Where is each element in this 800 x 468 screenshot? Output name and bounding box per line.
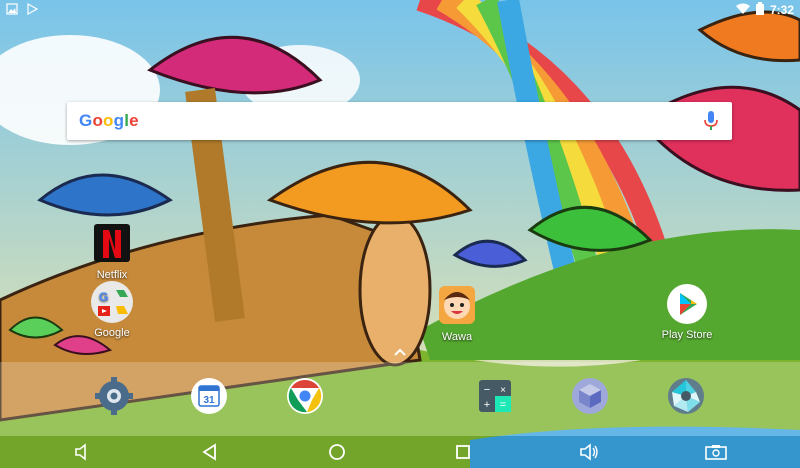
home-icon[interactable] bbox=[325, 442, 349, 462]
svg-text:+: + bbox=[484, 399, 490, 411]
svg-text:−: − bbox=[484, 384, 490, 396]
google-folder-icon: G bbox=[90, 280, 134, 324]
svg-text:×: × bbox=[500, 385, 506, 396]
wifi-icon bbox=[735, 3, 750, 17]
wawa-icon bbox=[435, 284, 479, 328]
navigation-bar bbox=[0, 436, 800, 468]
calculator-icon[interactable]: − × + = bbox=[475, 376, 515, 416]
svg-text:=: = bbox=[500, 399, 506, 411]
google-search-bar[interactable]: Google bbox=[67, 102, 732, 140]
play-store-notification-icon bbox=[26, 2, 39, 18]
app-label: Wawa bbox=[441, 331, 473, 343]
dock: 31 − × + = bbox=[0, 362, 800, 436]
app-label: Play Store bbox=[661, 329, 713, 341]
back-icon[interactable] bbox=[198, 442, 222, 462]
image-icon bbox=[6, 3, 18, 18]
cube-app-icon[interactable] bbox=[570, 376, 610, 416]
google-logo: Google bbox=[79, 111, 139, 130]
mic-icon[interactable] bbox=[704, 111, 718, 136]
app-folder-google[interactable]: G Google bbox=[72, 280, 152, 339]
netflix-icon bbox=[90, 222, 134, 266]
status-time: 7:32 bbox=[769, 3, 794, 17]
app-label: Google bbox=[94, 327, 130, 339]
volume-down-icon[interactable] bbox=[72, 442, 96, 462]
settings-icon[interactable] bbox=[94, 376, 134, 416]
status-bar: 7:32 bbox=[0, 0, 800, 20]
camera-aperture-icon[interactable] bbox=[666, 376, 706, 416]
app-play-store[interactable]: Play Store bbox=[647, 282, 727, 341]
calendar-day: 31 bbox=[203, 395, 215, 406]
volume-up-icon[interactable] bbox=[578, 442, 602, 462]
svg-text:G: G bbox=[99, 290, 108, 304]
app-drawer-arrow-icon[interactable] bbox=[392, 344, 408, 362]
chrome-icon[interactable] bbox=[285, 376, 325, 416]
battery-icon bbox=[755, 2, 764, 18]
recents-icon[interactable] bbox=[451, 442, 475, 462]
app-wawa[interactable]: Wawa bbox=[417, 284, 497, 343]
app-netflix[interactable]: Netflix bbox=[72, 222, 152, 281]
calendar-icon[interactable]: 31 bbox=[189, 376, 229, 416]
play-store-icon bbox=[665, 282, 709, 326]
screenshot-icon[interactable] bbox=[704, 442, 728, 462]
